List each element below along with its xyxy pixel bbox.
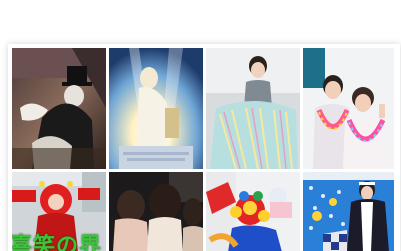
page: 喜笑の界 [0,0,401,251]
photo-tile-children[interactable] [109,172,203,251]
photo-tile-leis[interactable] [303,48,394,169]
photo-tile-sparkle-skirt[interactable] [206,48,300,169]
photo-tile-red-costume[interactable]: 喜笑の界 [12,172,106,251]
photo-tile-balloon-performer[interactable] [206,172,300,251]
magician-image [12,48,106,169]
photo-tile-deity[interactable] [109,48,203,169]
photo-grid: 喜笑の界 [12,48,394,251]
photo-tile-blue-backdrop[interactable] [303,172,394,251]
children-image [109,172,203,251]
balloon-performer-image [206,172,300,251]
photo-tile-magician[interactable] [12,48,106,169]
tile-caption: 喜笑の界 [12,234,103,251]
sparkle-skirt-image [206,48,300,169]
leis-image [303,48,394,169]
deity-image [109,48,203,169]
blue-backdrop-image [303,172,394,251]
